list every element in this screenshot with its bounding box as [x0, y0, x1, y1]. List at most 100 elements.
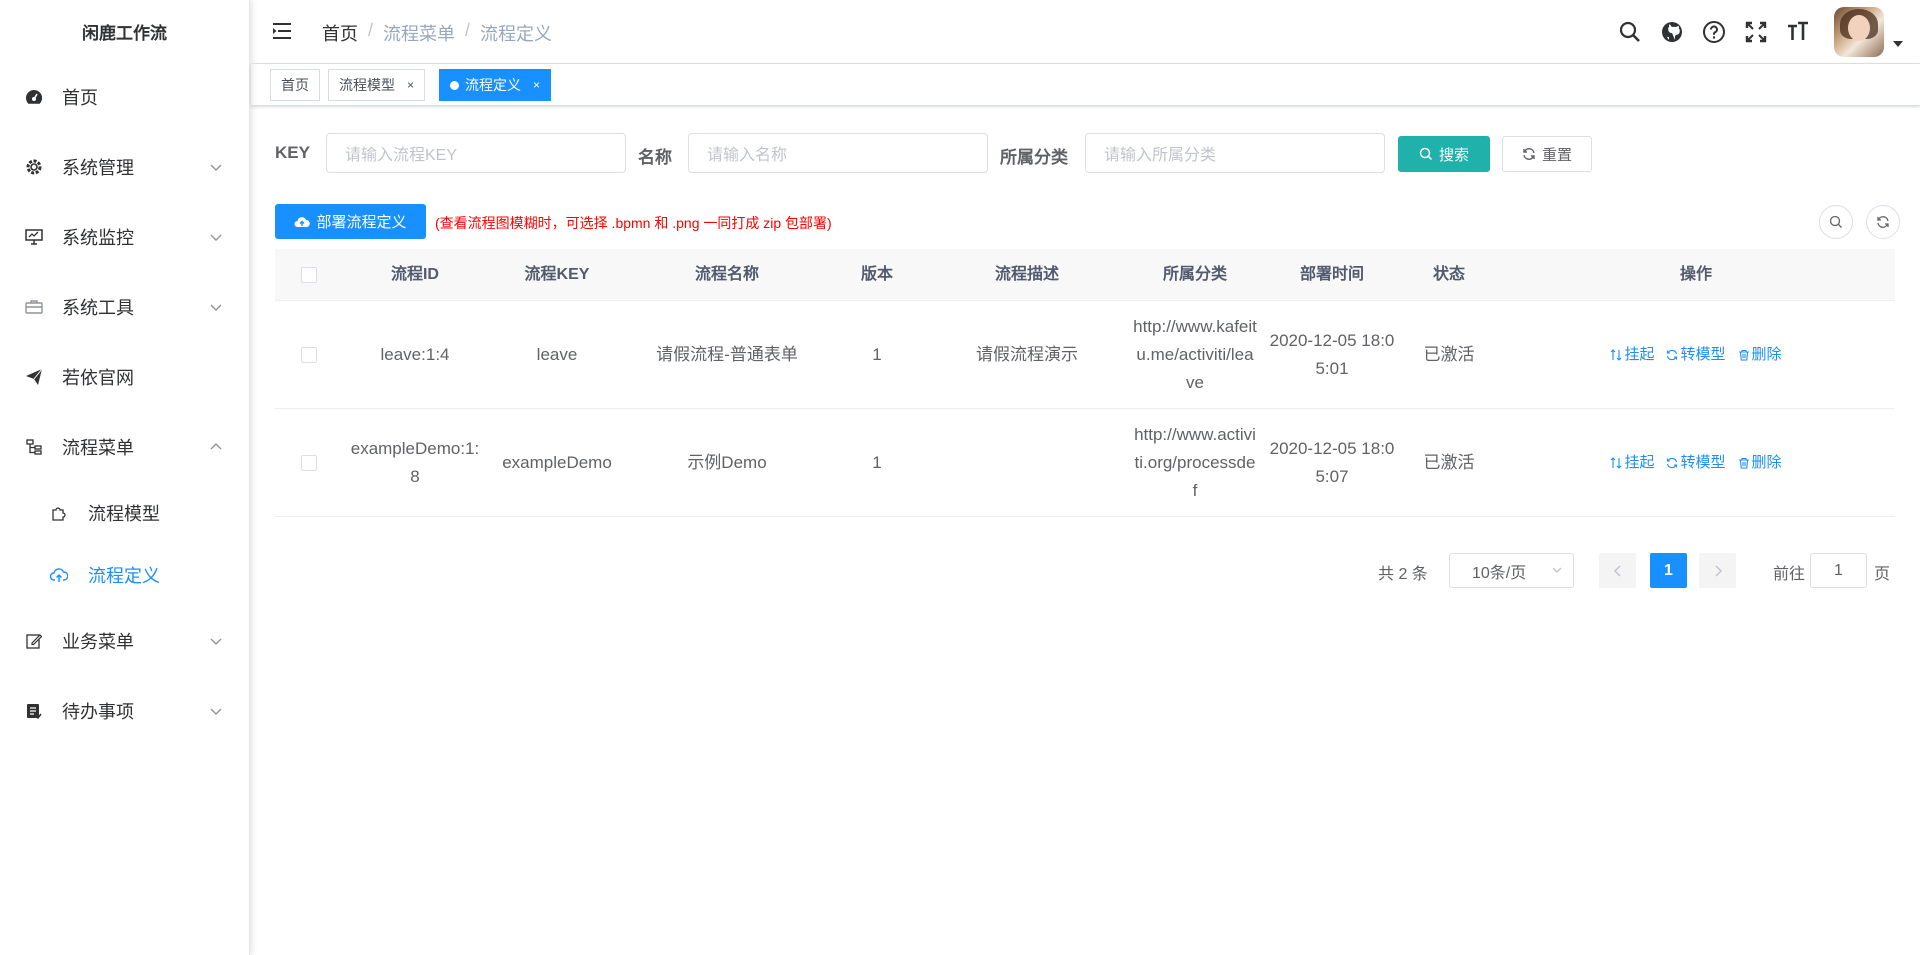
- search-icon[interactable]: [1616, 18, 1644, 46]
- toolbox-icon: [24, 297, 44, 317]
- sidebar-item-label: 首页: [62, 88, 98, 108]
- column-header: 操作: [1679, 265, 1712, 283]
- sidebar-item-home[interactable]: 首页: [0, 62, 249, 132]
- avatar[interactable]: [1834, 7, 1884, 57]
- search-icon: [1419, 147, 1433, 161]
- cell-process-id: exampleDemo:1:8: [350, 438, 480, 486]
- page-size-select[interactable]: 10条/页: [1449, 553, 1574, 588]
- process-definition-table: 流程ID 流程KEY 流程名称 版本 流程描述 所属分类 部署时间 状态 操作 …: [275, 249, 1895, 517]
- breadcrumb-item-process-definition: 流程定义: [480, 24, 553, 44]
- cell-category: http://www.kafeitu.me/activiti/leave: [1133, 316, 1257, 392]
- column-header: 版本: [860, 265, 893, 283]
- breadcrumb-item-home[interactable]: 首页: [322, 20, 358, 46]
- tag-process-definition[interactable]: 流程定义 ×: [439, 69, 552, 101]
- tags-view: 首页 流程模型 × 流程定义 ×: [251, 64, 1920, 106]
- page-number-button[interactable]: 1: [1650, 553, 1687, 588]
- todo-icon: [24, 701, 44, 721]
- name-input[interactable]: 请输入名称: [688, 133, 988, 173]
- column-header: 部署时间: [1299, 265, 1364, 283]
- refresh-table-button[interactable]: [1866, 205, 1900, 239]
- tag-home[interactable]: 首页: [270, 69, 320, 101]
- reset-button[interactable]: 重置: [1502, 136, 1592, 172]
- column-header: 流程ID: [390, 265, 439, 283]
- convert-label: 转模型: [1680, 345, 1726, 363]
- tag-label: 流程定义: [465, 77, 521, 93]
- table-row: leave:1:4 leave 请假流程-普通表单 1 请假流程演示 http:…: [275, 301, 1895, 409]
- cell-status: 已激活: [1423, 452, 1475, 472]
- suspend-button[interactable]: 挂起: [1610, 449, 1654, 477]
- delete-label: 删除: [1751, 345, 1782, 363]
- sidebar-item-ruoyi-site[interactable]: 若依官网: [0, 342, 249, 412]
- sidebar: 闲鹿工作流 首页 系统管理 系统监控 系统工具 若依官网 流程菜单 流程模型 流…: [0, 0, 250, 955]
- github-icon[interactable]: [1658, 18, 1686, 46]
- sidebar-item-process-menu[interactable]: 流程菜单: [0, 412, 249, 482]
- sidebar-item-business-menu[interactable]: 业务菜单: [0, 606, 249, 676]
- cell-operations: 挂起 转模型 删除: [1497, 449, 1895, 477]
- cell-process-key: exampleDemo: [502, 452, 612, 472]
- pagination-total: 共 2 条: [1378, 566, 1428, 583]
- row-checkbox[interactable]: [301, 346, 317, 363]
- page-size-value: 10条/页: [1472, 564, 1527, 582]
- search-button[interactable]: 搜索: [1398, 136, 1490, 172]
- caret-down-icon[interactable]: [1888, 34, 1908, 54]
- cloud-upload-icon: [294, 216, 311, 227]
- toggle-search-button[interactable]: [1819, 205, 1853, 239]
- cell-deploy-time: 2020-12-05 18:05:07: [1269, 438, 1395, 486]
- hamburger-icon[interactable]: [271, 20, 293, 42]
- font-size-icon[interactable]: [1784, 18, 1812, 46]
- delete-button[interactable]: 删除: [1738, 449, 1782, 477]
- cell-version: 1: [872, 344, 882, 364]
- cell-status: 已激活: [1423, 344, 1475, 364]
- question-icon[interactable]: [1700, 18, 1728, 46]
- category-input[interactable]: 请输入所属分类: [1085, 133, 1385, 173]
- name-label: 名称: [638, 148, 672, 167]
- cell-operations: 挂起 转模型 删除: [1497, 341, 1895, 369]
- cell-process-name: 示例Demo: [687, 452, 767, 472]
- convert-model-button[interactable]: 转模型: [1666, 449, 1726, 477]
- deploy-process-button[interactable]: 部署流程定义: [275, 204, 426, 239]
- breadcrumb-separator: /: [368, 20, 374, 40]
- sidebar-subitem-process-definition[interactable]: 流程定义: [0, 544, 249, 606]
- sidebar-subitem-label: 流程模型: [88, 504, 160, 524]
- chevron-right-icon: [1714, 564, 1722, 577]
- row-checkbox[interactable]: [301, 454, 317, 471]
- right-menu: [1616, 0, 1920, 64]
- close-icon[interactable]: ×: [407, 78, 414, 92]
- goto-page-input[interactable]: 1: [1810, 553, 1867, 588]
- chevron-left-icon: [1613, 564, 1621, 577]
- sort-icon: [1611, 456, 1622, 469]
- sidebar-item-system-monitor[interactable]: 系统监控: [0, 202, 249, 272]
- chevron-down-icon: [210, 164, 222, 171]
- next-page-button[interactable]: [1699, 553, 1736, 588]
- table-header: 流程ID 流程KEY 流程名称 版本 流程描述 所属分类 部署时间 状态 操作: [275, 249, 1895, 301]
- column-header: 流程KEY: [524, 265, 590, 283]
- suspend-button[interactable]: 挂起: [1610, 341, 1654, 369]
- app-logo-title: 闲鹿工作流: [82, 23, 167, 43]
- key-input[interactable]: 请输入流程KEY: [326, 133, 626, 173]
- delete-button[interactable]: 删除: [1738, 341, 1782, 369]
- sidebar-item-label: 业务菜单: [62, 632, 134, 652]
- prev-page-button[interactable]: [1599, 553, 1636, 588]
- name-input-placeholder: 请输入名称: [707, 147, 788, 164]
- sidebar-item-system-tools[interactable]: 系统工具: [0, 272, 249, 342]
- sidebar-item-system-management[interactable]: 系统管理: [0, 132, 249, 202]
- breadcrumb: 首页 / 流程菜单 / 流程定义: [322, 20, 552, 46]
- sidebar-item-todo[interactable]: 待办事项: [0, 676, 249, 746]
- delete-label: 删除: [1751, 453, 1782, 471]
- tag-process-model[interactable]: 流程模型 ×: [328, 69, 426, 101]
- sidebar-item-label: 待办事项: [62, 702, 134, 722]
- sidebar-subitem-process-model[interactable]: 流程模型: [0, 482, 249, 544]
- select-all-checkbox[interactable]: [301, 266, 317, 283]
- refresh-icon: [1667, 349, 1678, 360]
- cell-deploy-time: 2020-12-05 18:05:01: [1269, 330, 1395, 378]
- cell-description: 请假流程演示: [976, 344, 1078, 364]
- category-input-placeholder: 请输入所属分类: [1104, 147, 1217, 164]
- suspend-label: 挂起: [1624, 345, 1655, 363]
- fullscreen-icon[interactable]: [1742, 18, 1770, 46]
- key-label: KEY: [275, 143, 310, 162]
- deploy-hint: (查看流程图模糊时，可选择 .bpmn 和 .png 一同打成 zip 包部署): [435, 215, 832, 231]
- chevron-down-icon: [210, 234, 222, 241]
- close-icon[interactable]: ×: [533, 78, 540, 92]
- suspend-label: 挂起: [1624, 453, 1655, 471]
- convert-model-button[interactable]: 转模型: [1666, 341, 1726, 369]
